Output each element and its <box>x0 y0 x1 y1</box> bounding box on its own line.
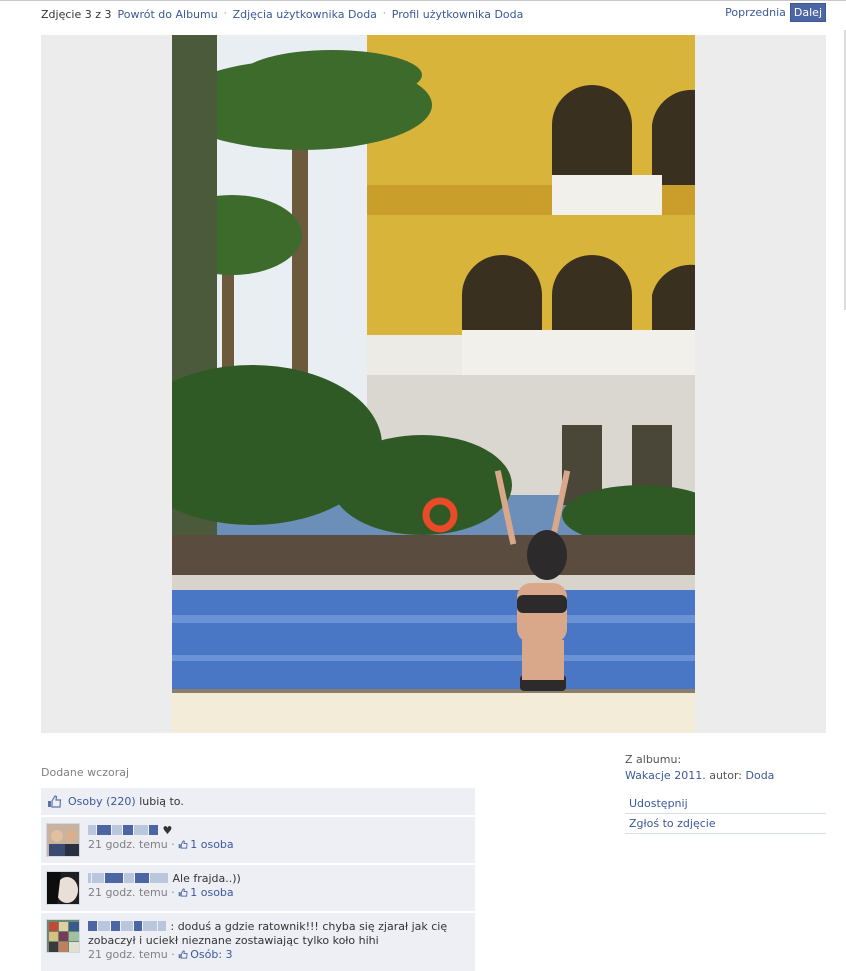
thumbs-up-icon <box>178 888 188 897</box>
share-link[interactable]: Udostępnij <box>625 794 826 814</box>
thumbs-up-icon <box>178 840 188 849</box>
nav-separator: · <box>382 9 386 19</box>
upload-date: Dodane wczoraj <box>41 766 130 779</box>
photo-stage <box>41 35 826 733</box>
album-link[interactable]: Wakacje 2011. <box>625 769 706 782</box>
report-photo-link[interactable]: Zgłoś to zdjęcie <box>625 814 826 834</box>
thumbs-up-icon <box>48 795 62 808</box>
thumbs-up-icon <box>178 950 188 959</box>
main-photo[interactable] <box>172 35 695 733</box>
redacted-name <box>88 825 96 835</box>
comment-item: Ale frajda..)) 21 godz. temu · 1 osoba <box>41 864 475 911</box>
avatar-image <box>47 872 79 904</box>
photo-image <box>172 35 695 733</box>
nav-separator: · <box>223 9 227 19</box>
photo-navigation: Zdjęcie 3 z 3 Powrót do Albumu · Zdjęcia… <box>41 6 523 22</box>
comment-text: Ale frajda..)) <box>172 872 241 885</box>
avatar-image <box>47 920 79 952</box>
likes-bar: Osoby (220) lubią to. <box>41 788 475 815</box>
avatar-image <box>47 824 79 856</box>
redacted-name <box>88 873 91 883</box>
likes-suffix: lubią to. <box>139 795 184 808</box>
author-link[interactable]: Doda <box>746 769 775 782</box>
user-profile-link[interactable]: Profil użytkownika Doda <box>392 8 524 21</box>
comment-text: ♥ <box>162 824 173 837</box>
redacted-name <box>88 921 97 931</box>
next-photo-button[interactable]: Dalej <box>789 3 826 22</box>
photo-pager: Poprzednia Dalej <box>725 3 826 22</box>
user-photos-link[interactable]: Zdjęcia użytkownika Doda <box>233 8 377 21</box>
comment-item: ♥ 21 godz. temu · 1 osoba <box>41 816 475 863</box>
avatar[interactable] <box>46 919 80 953</box>
comment-likes-link[interactable]: Osób: 3 <box>190 948 232 961</box>
likers-link[interactable]: Osoby (220) <box>68 795 136 808</box>
from-album-label: Z albumu: <box>625 753 682 766</box>
photo-actions: Udostępnij Zgłoś to zdjęcie <box>625 794 826 834</box>
previous-photo-link[interactable]: Poprzednia <box>725 4 786 21</box>
comment-likes-link[interactable]: 1 osoba <box>190 886 233 899</box>
comment-time: 21 godz. temu <box>88 886 168 899</box>
back-to-album-link[interactable]: Powrót do Albumu <box>117 8 217 21</box>
comment-item: : doduś a gdzie ratownik!!! chyba się zj… <box>41 912 475 971</box>
avatar[interactable] <box>46 871 80 905</box>
avatar[interactable] <box>46 823 80 857</box>
comment-time: 21 godz. temu <box>88 948 168 961</box>
author-label: autor: <box>709 769 742 782</box>
comment-likes-link[interactable]: 1 osoba <box>190 838 233 851</box>
photo-counter: Zdjęcie 3 z 3 <box>41 7 112 21</box>
top-divider <box>0 0 846 1</box>
photo-sidebar: Z albumu: Wakacje 2011. autor: Doda Udos… <box>625 753 826 834</box>
comment-time: 21 godz. temu <box>88 838 168 851</box>
